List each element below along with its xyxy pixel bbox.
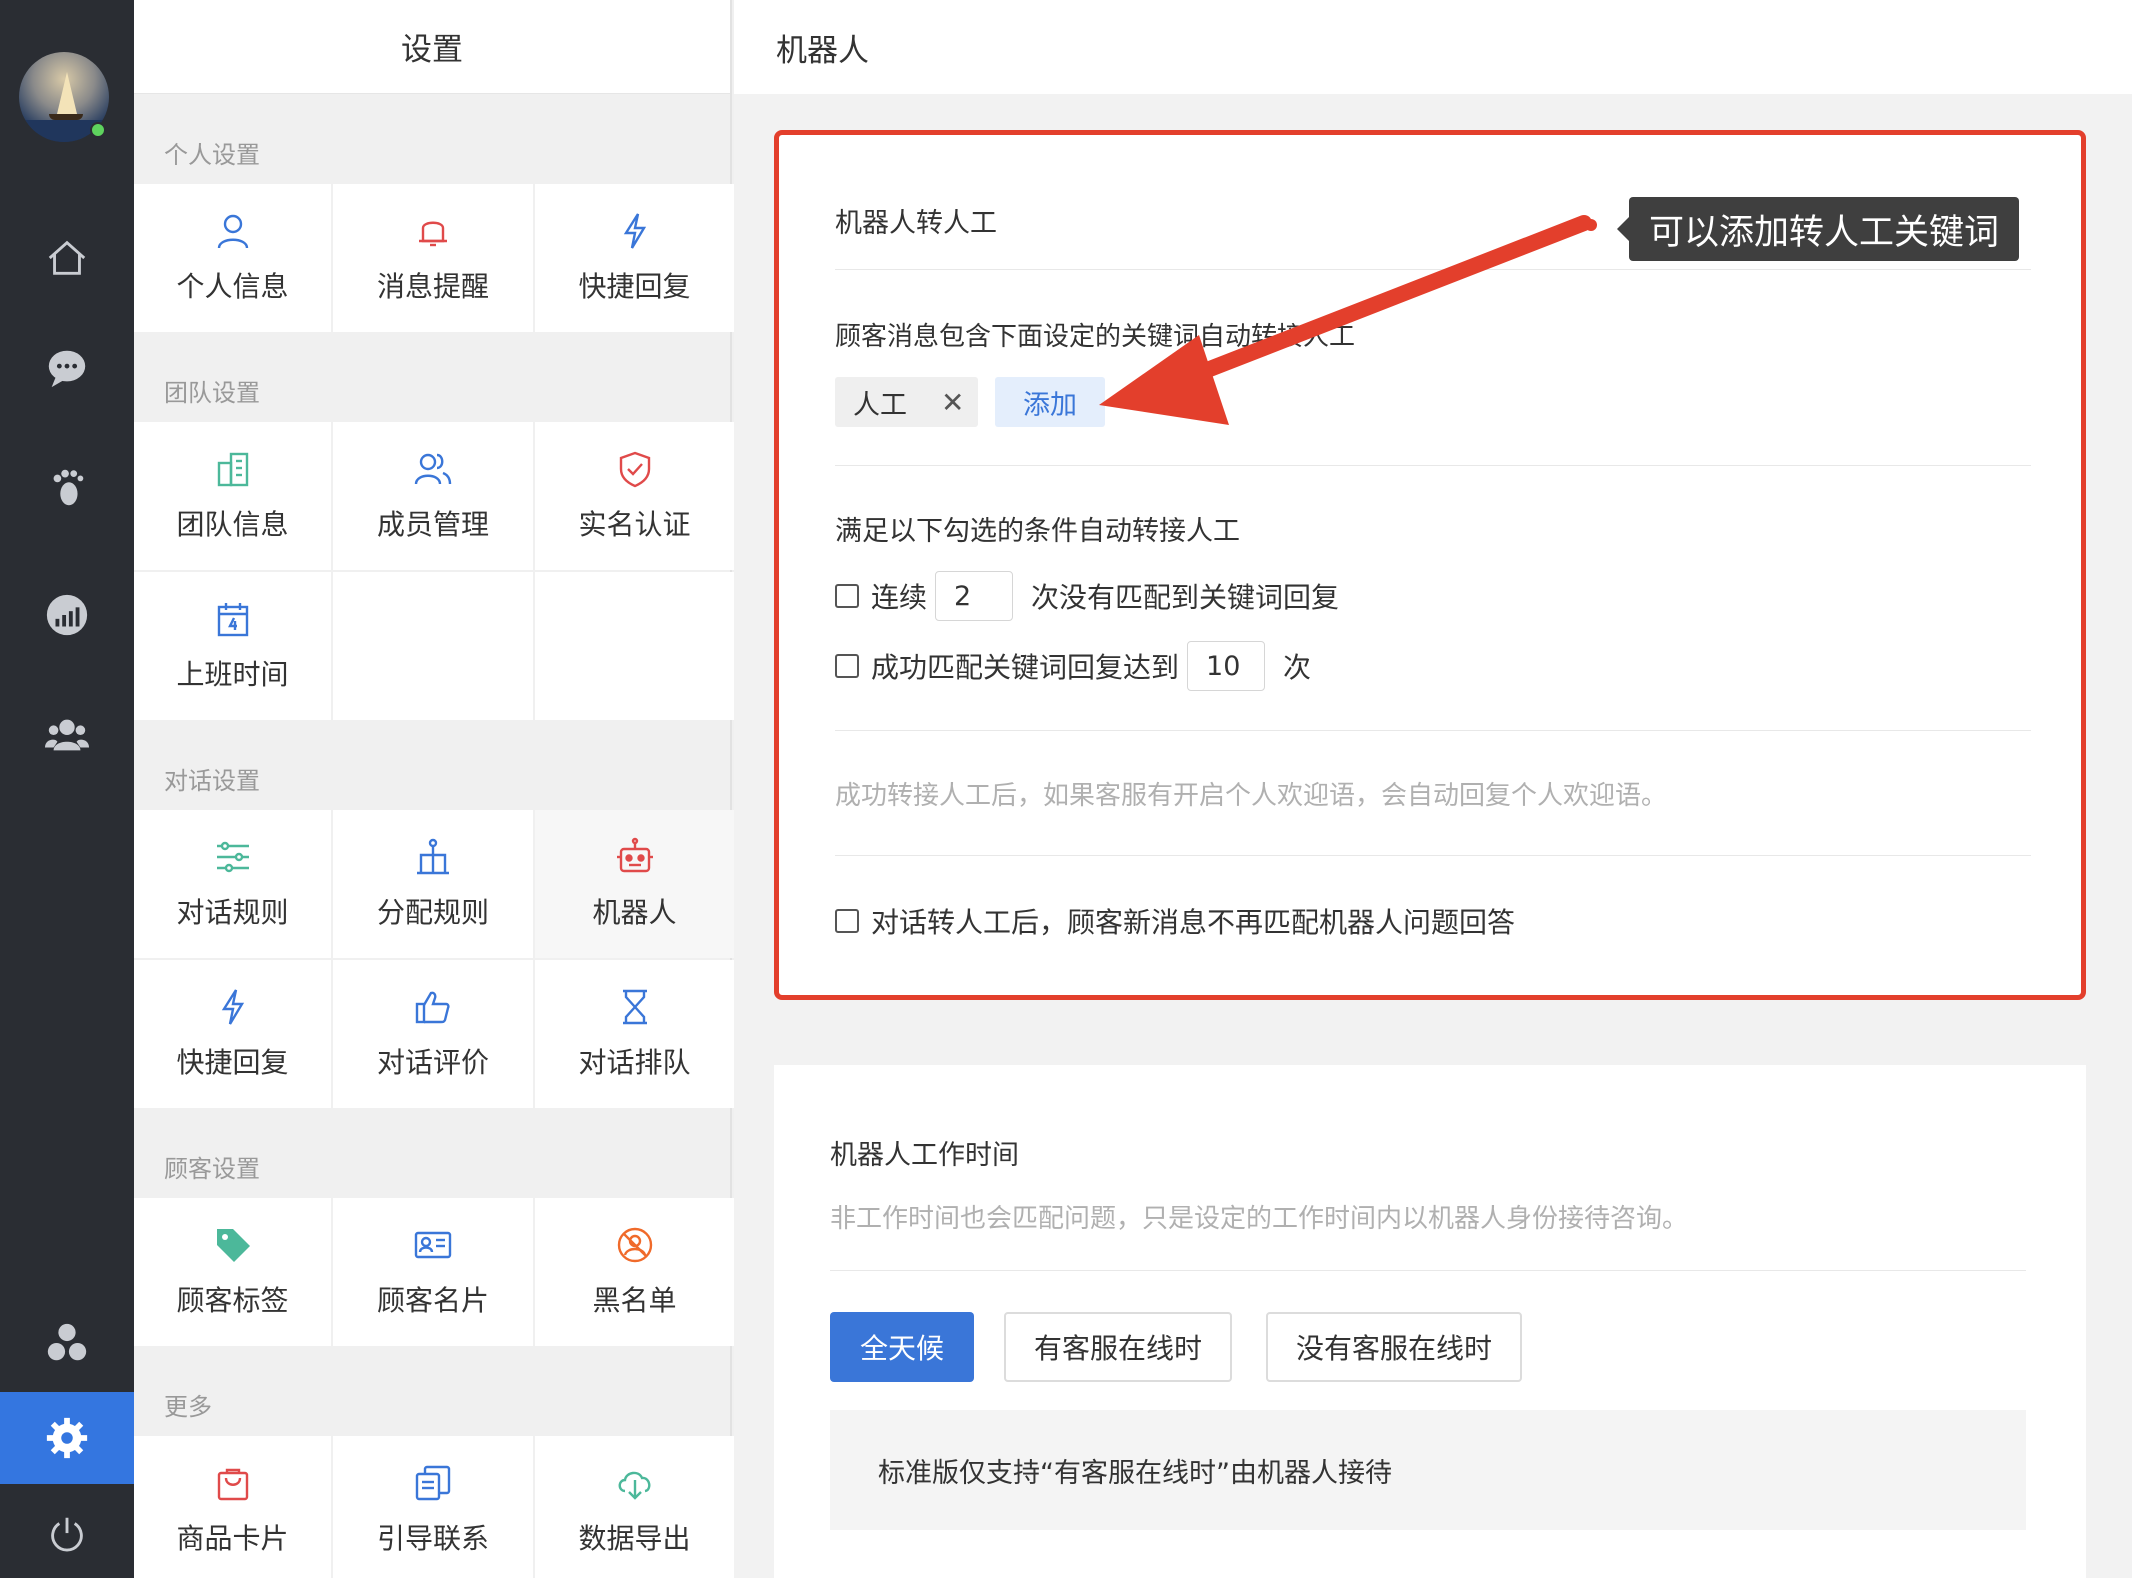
tooltip-callout: 可以添加转人工关键词	[1616, 197, 2020, 261]
lightning-icon	[623, 213, 646, 249]
settings-panel: 设置 个人设置 个人信息 消息提醒 快捷回复 团队设置 团队信息 成员管理 实名…	[134, 0, 734, 1578]
condition-row-2: 成功匹配关键词回复达到 10 次	[835, 641, 1311, 691]
lightning-icon	[221, 989, 244, 1025]
conditions-title: 满足以下勾选的条件自动转接人工	[835, 516, 1240, 547]
setting-item-product-card[interactable]: 商品卡片	[134, 1436, 331, 1578]
documents-icon	[415, 1465, 451, 1501]
divider	[835, 855, 2031, 856]
left-nav-rail	[0, 0, 134, 1578]
analytics-icon[interactable]	[0, 565, 134, 665]
condition-1-checkbox[interactable]	[835, 584, 859, 608]
setting-item-customer-card[interactable]: 顾客名片	[333, 1198, 533, 1346]
divider	[835, 465, 2031, 466]
setting-item-distribution-rules[interactable]: 分配规则	[333, 810, 533, 958]
group-title-more: 更多	[164, 1393, 212, 1421]
settings-title: 设置	[134, 0, 730, 94]
no-match-label: 对话转人工后，顾客新消息不再匹配机器人问题回答	[871, 906, 1516, 939]
condition-2-prefix: 成功匹配关键词回复达到	[871, 651, 1180, 684]
grid-more: 商品卡片 引导联系 数据导出	[134, 1436, 734, 1578]
grid-conversation: 对话规则 分配规则 机器人 快捷回复 对话评价 对话排队	[134, 810, 734, 1108]
team-icon[interactable]	[0, 685, 134, 785]
footprint-icon[interactable]	[0, 438, 134, 538]
setting-item-personal-info[interactable]: 个人信息	[134, 184, 331, 332]
condition-2-count-input[interactable]: 10	[1187, 641, 1266, 691]
condition-1-count-input[interactable]: 2	[935, 571, 1014, 621]
chat-icon[interactable]	[0, 318, 134, 418]
blocked-user-icon	[617, 1227, 652, 1263]
setting-item-robot[interactable]: 机器人	[535, 810, 734, 958]
group-title-conversation: 对话设置	[164, 767, 260, 795]
worktime-title: 机器人工作时间	[830, 1140, 1019, 1171]
plan-notice: 标准版仅支持“有客服在线时”由机器人接待	[830, 1410, 2026, 1530]
divider	[830, 1270, 2026, 1271]
home-icon[interactable]	[0, 208, 134, 308]
welcome-hint: 成功转接人工后，如果客服有开启个人欢迎语，会自动回复个人欢迎语。	[835, 781, 1668, 811]
no-match-option-row: 对话转人工后，顾客新消息不再匹配机器人问题回答	[835, 901, 1515, 941]
worktime-card: 机器人工作时间 非工作时间也会匹配问题，只是设定的工作时间内以机器人身份接待咨询…	[774, 1065, 2086, 1578]
apps-icon[interactable]	[0, 1293, 134, 1393]
empty-cell	[535, 572, 734, 720]
power-icon[interactable]	[0, 1490, 134, 1578]
cloud-download-icon	[618, 1471, 650, 1500]
setting-item-conversation-rating[interactable]: 对话评价	[333, 960, 533, 1108]
settings-icon[interactable]	[0, 1392, 134, 1484]
setting-item-conversation-queue[interactable]: 对话排队	[535, 960, 734, 1108]
hourglass-icon	[622, 989, 647, 1025]
setting-item-conversation-rules[interactable]: 对话规则	[134, 810, 331, 958]
id-card-icon	[414, 1231, 452, 1259]
handoff-card: 机器人转人工 可以添加转人工关键词 顾客消息包含下面设定的关键词自动转接人工 人…	[774, 130, 2086, 1000]
setting-item-customer-tags[interactable]: 顾客标签	[134, 1198, 331, 1346]
setting-item-team-info[interactable]: 团队信息	[134, 422, 331, 570]
annotation-arrow	[1099, 215, 1592, 425]
robot-icon	[616, 837, 653, 873]
setting-item-member-management[interactable]: 成员管理	[333, 422, 533, 570]
option-no-agent-online-button[interactable]: 没有客服在线时	[1266, 1312, 1522, 1382]
setting-item-guide-contact[interactable]: 引导联系	[333, 1436, 533, 1578]
condition-2-suffix: 次	[1283, 651, 1312, 684]
grid-customer: 顾客标签 顾客名片 黑名单	[134, 1198, 734, 1346]
keyword-tag-label: 人工	[853, 389, 907, 421]
worktime-hint: 非工作时间也会匹配问题，只是设定的工作时间内以机器人身份接待咨询。	[830, 1204, 1689, 1234]
user-icon	[217, 214, 248, 249]
condition-1-suffix: 次没有匹配到关键词回复	[1031, 581, 1340, 614]
setting-item-work-hours[interactable]: 上班时间	[134, 572, 331, 720]
page-title: 机器人	[734, 0, 2132, 94]
setting-item-verification[interactable]: 实名认证	[535, 422, 734, 570]
divider	[835, 730, 2031, 731]
tag-icon	[216, 1229, 250, 1262]
shield-check-icon	[619, 451, 650, 488]
setting-item-blacklist[interactable]: 黑名单	[535, 1198, 734, 1346]
group-title-personal: 个人设置	[164, 141, 260, 169]
empty-cell	[333, 572, 533, 720]
members-icon	[414, 453, 452, 485]
shopping-bag-icon	[217, 1468, 248, 1501]
setting-item-data-export[interactable]: 数据导出	[535, 1436, 734, 1578]
condition-row-1: 连续 2 次没有匹配到关键词回复	[835, 571, 1339, 621]
condition-2-checkbox[interactable]	[835, 654, 859, 678]
calendar-icon	[217, 603, 248, 637]
building-icon	[217, 452, 248, 487]
setting-item-notifications[interactable]: 消息提醒	[333, 184, 533, 332]
setting-item-quick-reply[interactable]: 快捷回复	[535, 184, 734, 332]
condition-1-prefix: 连续	[871, 581, 928, 614]
option-all-day-button[interactable]: 全天候	[830, 1312, 974, 1382]
group-title-team: 团队设置	[164, 379, 260, 407]
setting-item-quick-reply-2[interactable]: 快捷回复	[134, 960, 331, 1108]
grid-team: 团队信息 成员管理 实名认证 上班时间	[134, 422, 734, 720]
bell-icon	[419, 221, 447, 247]
sliders-icon	[216, 841, 249, 873]
no-match-checkbox[interactable]	[835, 909, 859, 933]
remove-keyword-icon[interactable]: ✕	[941, 386, 964, 419]
handoff-title: 机器人转人工	[835, 208, 997, 239]
option-agent-online-button[interactable]: 有客服在线时	[1004, 1312, 1232, 1382]
keyword-tag[interactable]: 人工 ✕	[835, 377, 979, 427]
main-panel: 机器人 机器人转人工 可以添加转人工关键词 顾客消息包含下面设定的关键词自动转接…	[734, 0, 2132, 1578]
online-status-dot	[90, 122, 106, 138]
grid-personal: 个人信息 消息提醒 快捷回复	[134, 184, 734, 332]
distribute-icon	[417, 838, 449, 875]
group-title-customer: 顾客设置	[164, 1155, 260, 1183]
thumbs-up-icon	[415, 991, 450, 1024]
